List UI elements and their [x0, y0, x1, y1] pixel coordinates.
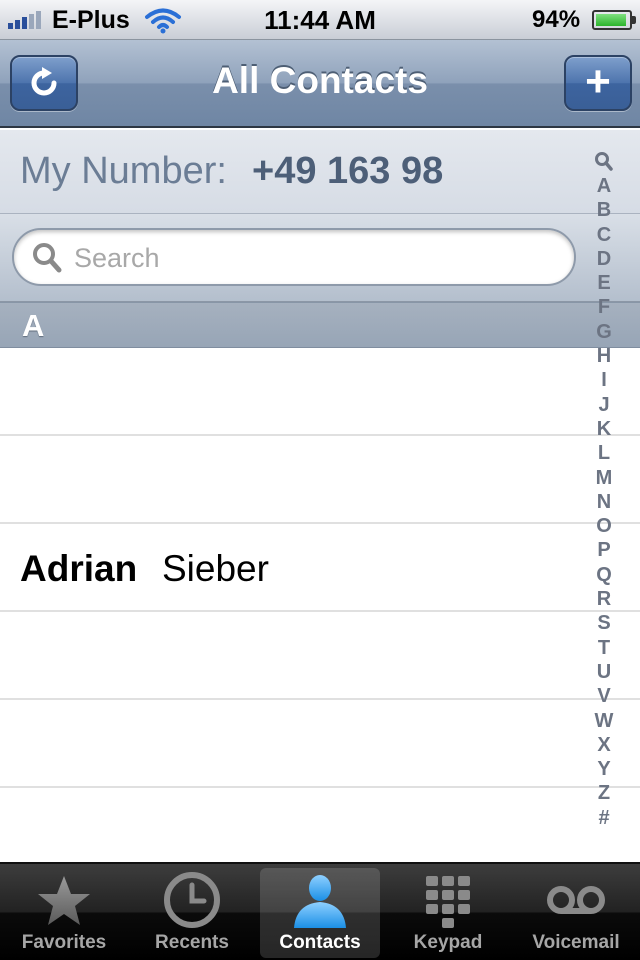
search-icon	[33, 243, 62, 273]
clock-icon	[164, 872, 220, 928]
contact-list: Adrian Sieber	[0, 348, 640, 864]
index-letter[interactable]: V	[597, 684, 610, 708]
tab-favorites[interactable]: Favorites	[0, 864, 128, 960]
index-letter[interactable]: K	[597, 417, 611, 441]
index-letter[interactable]: E	[597, 271, 610, 295]
tab-keypad[interactable]: Keypad	[384, 864, 512, 960]
navigation-bar: All Contacts +	[0, 40, 640, 128]
index-letter[interactable]: C	[597, 223, 611, 247]
index-letter[interactable]: #	[598, 806, 609, 830]
index-letter[interactable]: B	[597, 198, 611, 222]
index-letter[interactable]: U	[597, 660, 611, 684]
index-letter[interactable]: T	[598, 636, 610, 660]
voicemail-icon	[547, 886, 605, 914]
tab-label: Favorites	[21, 932, 107, 953]
index-letter[interactable]: L	[598, 441, 610, 465]
index-letter[interactable]: I	[601, 368, 607, 392]
tab-bar: Favorites Recents Contacts Keypad Voicem…	[0, 862, 640, 960]
my-number-value: +49 163 98	[252, 150, 444, 192]
contact-row[interactable]	[0, 700, 640, 788]
status-bar: E-Plus 11:44 AM 94%	[0, 0, 640, 40]
battery-percentage: 94%	[532, 6, 581, 33]
battery-icon	[592, 10, 636, 30]
plus-icon: +	[585, 57, 611, 106]
contact-row[interactable]: Adrian Sieber	[0, 524, 640, 612]
index-letter[interactable]: Z	[598, 781, 610, 805]
index-letter[interactable]: N	[597, 490, 611, 514]
contact-last-name: Sieber	[162, 548, 269, 589]
index-letter[interactable]: F	[598, 295, 610, 319]
index-letter[interactable]: G	[596, 320, 612, 344]
index-letter[interactable]: R	[597, 587, 611, 611]
index-letter[interactable]: Y	[597, 757, 610, 781]
add-contact-button[interactable]: +	[564, 55, 632, 111]
index-letter[interactable]: J	[598, 393, 609, 417]
my-number-header: My Number: +49 163 98	[0, 130, 640, 214]
tab-label: Contacts	[279, 932, 361, 953]
index-letter[interactable]: A	[597, 174, 611, 198]
tab-contacts[interactable]: Contacts	[260, 868, 380, 958]
search-input[interactable]	[74, 238, 554, 278]
contact-row[interactable]	[0, 612, 640, 700]
tab-label: Voicemail	[532, 932, 620, 953]
index-letter[interactable]: M	[596, 466, 613, 490]
tab-voicemail[interactable]: Voicemail	[512, 864, 640, 960]
section-header: A	[0, 302, 640, 348]
contact-row[interactable]	[0, 436, 640, 524]
battery-fill	[596, 14, 627, 26]
star-icon	[38, 876, 90, 925]
keypad-icon	[426, 876, 470, 928]
person-icon	[294, 875, 346, 928]
contact-row[interactable]	[0, 788, 640, 864]
contact-first-name: Adrian	[20, 548, 138, 589]
index-letter[interactable]: H	[597, 344, 611, 368]
search-bar	[0, 214, 640, 302]
section-letter: A	[22, 308, 45, 343]
page-title: All Contacts	[212, 60, 428, 101]
index-letter[interactable]: Q	[596, 563, 612, 587]
index-letter[interactable]: O	[596, 514, 612, 538]
tab-label: Recents	[155, 932, 229, 953]
index-letter[interactable]: X	[597, 733, 610, 757]
tab-recents[interactable]: Recents	[128, 864, 256, 960]
tab-label: Keypad	[413, 932, 483, 953]
alphabet-index[interactable]: A B C D E F G H I J K L M N O P Q R S T …	[586, 150, 622, 830]
index-letter[interactable]: D	[597, 247, 611, 271]
contact-row[interactable]	[0, 348, 640, 436]
search-field[interactable]	[12, 228, 576, 286]
index-letter[interactable]: P	[597, 538, 610, 562]
index-letter[interactable]: W	[595, 709, 614, 733]
index-search-icon[interactable]	[594, 150, 614, 174]
index-letter[interactable]: S	[597, 611, 610, 635]
my-number-label: My Number:	[20, 150, 227, 192]
